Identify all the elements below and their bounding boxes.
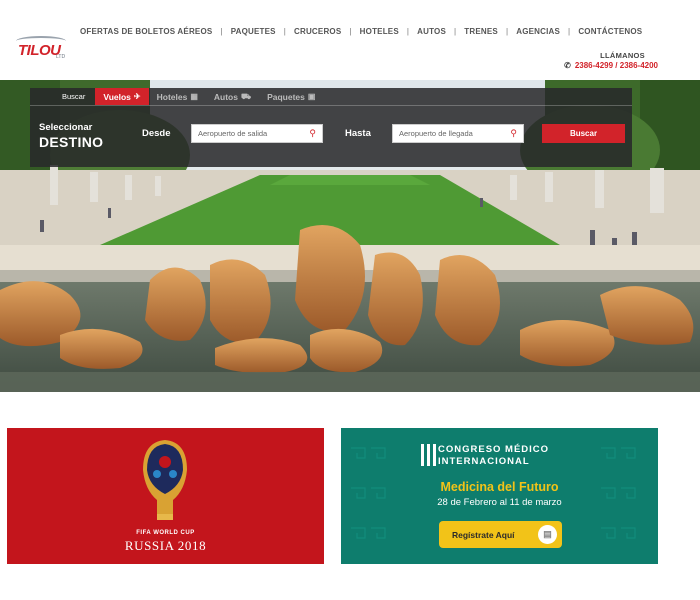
congress-title-line2: INTERNACIONAL: [438, 456, 530, 467]
phone-numbers[interactable]: 2386-4299 / 2386-4200: [575, 61, 658, 70]
heading-line2: DESTINO: [39, 134, 104, 150]
nav-separator: |: [505, 27, 509, 36]
site-logo[interactable]: TILOU LTD: [8, 18, 66, 60]
worldcup-title: FIFA WORLD CUP: [136, 530, 195, 536]
car-icon: ⛟: [240, 91, 252, 101]
arrival-airport-input[interactable]: Aeropuerto de llegada ⚲: [392, 124, 524, 143]
search-tabs-label: Buscar: [62, 92, 86, 101]
nav-item-cruceros[interactable]: CRUCEROS: [294, 27, 341, 36]
nav-item-trenes[interactable]: TRENES: [464, 27, 498, 36]
tab-divider: [30, 105, 632, 106]
nav-separator: |: [454, 27, 457, 36]
nav-item-agencias[interactable]: AGENCIAS: [516, 27, 560, 36]
flight-search-panel: Buscar Vuelos ✈ Hoteles ▦ Autos ⛟ Paquet…: [30, 88, 632, 167]
location-pin-icon: ⚲: [510, 128, 517, 138]
search-tabs: Buscar Vuelos ✈ Hoteles ▦ Autos ⛟ Paquet…: [30, 88, 323, 105]
arrival-placeholder: Aeropuerto de llegada: [399, 129, 473, 138]
nav-item-autos[interactable]: AUTOS: [417, 27, 446, 36]
document-icon: ▤: [538, 525, 557, 544]
call-label: LLÁMANOS: [600, 51, 645, 60]
heading-line1: Seleccionar: [39, 122, 93, 133]
building-icon: ▦: [190, 92, 198, 101]
tab-hoteles[interactable]: Hoteles ▦: [149, 88, 206, 105]
suitcase-icon: ▣: [307, 92, 316, 101]
plane-icon: ✈: [133, 92, 141, 101]
nav-separator: |: [283, 27, 286, 36]
departure-airport-input[interactable]: Aeropuerto de salida ⚲: [191, 124, 323, 143]
register-button[interactable]: Regístrate Aquí ▤: [439, 521, 562, 548]
nav-separator: |: [220, 27, 223, 36]
worldcup-banner[interactable]: FIFA WORLD CUP RUSSIA 2018: [7, 428, 324, 564]
location-pin-icon: ⚲: [309, 128, 316, 138]
congress-logo-bars: [421, 444, 436, 466]
nav-separator: |: [406, 27, 410, 36]
tab-hoteles-label: Hoteles: [156, 91, 188, 102]
congress-title-line1: CONGRESO MÉDICO: [438, 444, 550, 455]
phone-icon: ✆: [564, 61, 571, 70]
nav-separator: |: [349, 27, 352, 36]
search-button[interactable]: Buscar: [542, 124, 625, 143]
congress-subtitle: Medicina del Futuro: [440, 480, 559, 494]
tab-vuelos[interactable]: Vuelos ✈: [95, 88, 149, 105]
tab-paquetes-label: Paquetes: [267, 91, 305, 102]
tab-paquetes[interactable]: Paquetes ▣: [259, 88, 323, 105]
tab-vuelos-label: Vuelos: [103, 91, 131, 102]
to-label: Hasta: [345, 128, 371, 139]
nav-item-ofertas[interactable]: OFERTAS DE BOLETOS AÉREOS: [80, 27, 212, 36]
nav-item-paquetes[interactable]: PAQUETES: [231, 27, 276, 36]
nav-item-hoteles[interactable]: HOTELES: [360, 27, 399, 36]
select-destination-heading: Seleccionar DESTINO: [39, 122, 103, 150]
nav-item-contactenos[interactable]: CONTÁCTENOS: [578, 27, 642, 36]
main-nav: OFERTAS DE BOLETOS AÉREOS | PAQUETES | C…: [80, 27, 642, 36]
logo-subtext: LTD: [56, 54, 66, 60]
worldcup-subtitle: RUSSIA 2018: [124, 538, 207, 553]
departure-placeholder: Aeropuerto de salida: [198, 129, 268, 138]
call-phones[interactable]: ✆ 2386-4299 / 2386-4200: [564, 61, 658, 70]
tab-autos[interactable]: Autos ⛟: [206, 88, 259, 105]
medical-congress-banner[interactable]: CONGRESO MÉDICO INTERNACIONAL Medicina d…: [341, 428, 658, 564]
tab-autos-label: Autos: [213, 91, 238, 102]
site-header: TILOU LTD OFERTAS DE BOLETOS AÉREOS | PA…: [0, 0, 700, 80]
congress-dates: 28 de Febrero al 11 de marzo: [437, 497, 562, 508]
from-label: Desde: [142, 128, 171, 139]
logo-text: TILOU: [18, 42, 61, 59]
register-button-label: Regístrate Aquí: [452, 529, 515, 540]
nav-separator: |: [568, 27, 571, 36]
